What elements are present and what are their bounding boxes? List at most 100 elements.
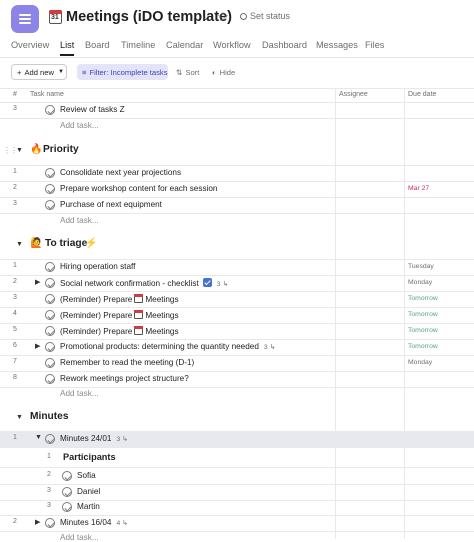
divider	[0, 531, 474, 532]
task-row[interactable]: 3 Review of tasks Z	[0, 102, 474, 118]
add-task-link[interactable]: Add task...	[60, 389, 99, 398]
task-row[interactable]: 2 ▶ Social network confirmation - checkl…	[0, 275, 474, 291]
status-circle-icon	[240, 13, 247, 20]
due-date[interactable]: Tomorrow	[408, 327, 438, 334]
complete-checkbox-icon[interactable]	[45, 105, 55, 115]
complete-checkbox-icon[interactable]	[45, 262, 55, 272]
expand-caret-icon[interactable]: ▶	[35, 518, 40, 526]
task-row[interactable]: 8 Rework meetings project structure?	[0, 371, 474, 387]
due-date[interactable]: Tomorrow	[408, 343, 438, 350]
drag-handle-icon[interactable]: ⋮⋮	[3, 146, 18, 155]
task-row[interactable]: 4 (Reminder) Prepare Meetings Tomorrow	[0, 307, 474, 323]
tab-overview[interactable]: Overview	[11, 40, 49, 50]
complete-checkbox-icon[interactable]	[62, 471, 72, 481]
divider	[0, 387, 474, 388]
task-row[interactable]: 6 ▶ Promotional products: determining th…	[0, 339, 474, 355]
tab-messages[interactable]: Messages	[316, 40, 358, 50]
tab-list[interactable]: List	[60, 40, 75, 56]
collapse-caret-icon[interactable]: ▼	[16, 241, 23, 248]
complete-checkbox-icon[interactable]	[45, 168, 55, 178]
complete-checkbox-icon[interactable]	[45, 294, 55, 304]
due-date[interactable]: Monday	[408, 359, 432, 366]
complete-checkbox-icon[interactable]	[45, 278, 55, 288]
set-status-button[interactable]: Set status	[240, 11, 290, 21]
task-row[interactable]: 2 Prepare workshop content for each sess…	[0, 181, 474, 197]
collapse-caret-icon[interactable]: ▼	[35, 434, 42, 441]
subtask-count[interactable]: 3 ↳	[116, 436, 128, 443]
section-priority[interactable]: ⋮⋮ ▼ 🔥 Priority	[0, 142, 474, 160]
due-date[interactable]: Monday	[408, 279, 432, 286]
hide-icon: ◐	[212, 67, 217, 77]
chevron-down-icon: ▼	[58, 69, 64, 75]
subtask-section-row[interactable]: 1 Participants	[0, 449, 474, 467]
col-due-date[interactable]: Due date	[408, 91, 436, 98]
divider	[0, 447, 474, 448]
subtask-icon: ↳	[269, 344, 276, 351]
add-task-link[interactable]: Add task...	[60, 533, 99, 542]
divider	[0, 57, 474, 58]
task-row[interactable]: 7 Remember to read the meeting (D-1) Mon…	[0, 355, 474, 371]
subtask-count[interactable]: 3 ↳	[264, 344, 276, 351]
complete-checkbox-icon[interactable]	[45, 310, 55, 320]
project-tabs: Overview List Board Timeline Calendar Wo…	[0, 38, 474, 58]
tab-files[interactable]: Files	[365, 40, 384, 50]
sort-button[interactable]: ⇅ Sort	[176, 64, 199, 80]
lightning-emoji-icon: ⚡	[85, 238, 98, 249]
task-row[interactable]: 3 (Reminder) Prepare Meetings Tomorrow	[0, 291, 474, 307]
subtask-row[interactable]: 3 Daniel	[0, 484, 474, 500]
calendar-emoji-icon	[134, 294, 144, 303]
section-to-triage[interactable]: ▼ 🙋 To triage ⚡	[0, 236, 474, 254]
complete-checkbox-icon[interactable]	[45, 326, 55, 336]
col-task-name[interactable]: Task name	[30, 91, 64, 98]
complete-checkbox-icon[interactable]	[45, 374, 55, 384]
fire-emoji-icon: 🔥	[30, 144, 43, 155]
complete-checkbox-icon[interactable]	[45, 184, 55, 194]
add-task-link[interactable]: Add task...	[60, 216, 99, 225]
subtask-count[interactable]: 3 ↳	[217, 281, 229, 288]
task-row[interactable]: 3 Purchase of next equipment	[0, 197, 474, 213]
hide-button[interactable]: ◐ Hide	[212, 64, 235, 80]
star-icon[interactable]: ☆	[217, 9, 229, 25]
complete-checkbox-icon[interactable]	[45, 200, 55, 210]
tab-workflow[interactable]: Workflow	[213, 40, 251, 50]
task-row[interactable]: 1 Hiring operation staff Tuesday	[0, 259, 474, 275]
section-minutes[interactable]: ▼ Minutes	[0, 409, 474, 427]
add-new-button[interactable]: + Add new ▼	[11, 64, 67, 80]
task-row[interactable]: 1 ▼ Minutes 24/01 3 ↳	[0, 431, 474, 447]
filter-button[interactable]: ≡ Filter: Incomplete tasks	[77, 64, 168, 80]
tab-timeline[interactable]: Timeline	[121, 40, 155, 50]
complete-checkbox-icon[interactable]	[45, 358, 55, 368]
complete-checkbox-icon[interactable]	[45, 342, 55, 352]
complete-checkbox-icon[interactable]	[45, 434, 55, 444]
collapse-caret-icon[interactable]: ▼	[16, 414, 23, 421]
due-date[interactable]: Tomorrow	[408, 295, 438, 302]
task-row[interactable]: 1 Consolidate next year projections	[0, 165, 474, 181]
subtask-row[interactable]: 3 Martin	[0, 499, 474, 515]
filter-icon: ≡	[82, 67, 87, 77]
tab-calendar[interactable]: Calendar	[166, 40, 203, 50]
task-row[interactable]: 2 ▶ Minutes 16/04 4 ↳	[0, 515, 474, 531]
sort-icon: ⇅	[176, 67, 183, 77]
complete-checkbox-icon[interactable]	[45, 518, 55, 528]
collapse-caret-icon[interactable]: ▼	[16, 147, 23, 154]
due-date[interactable]: Tuesday	[408, 263, 434, 270]
chevron-down-icon[interactable]: ⌄	[201, 10, 210, 23]
col-assignee[interactable]: Assignee	[339, 91, 368, 98]
expand-caret-icon[interactable]: ▶	[35, 342, 40, 350]
add-task-link[interactable]: Add task...	[60, 121, 99, 130]
project-list-icon[interactable]	[11, 5, 39, 33]
expand-caret-icon[interactable]: ▶	[35, 278, 40, 286]
tab-board[interactable]: Board	[85, 40, 110, 50]
task-row[interactable]: 5 (Reminder) Prepare Meetings Tomorrow	[0, 323, 474, 339]
tab-dashboard[interactable]: Dashboard	[262, 40, 307, 50]
subtask-row[interactable]: 2 Sofia	[0, 468, 474, 484]
subtask-count[interactable]: 4 ↳	[116, 520, 128, 527]
complete-checkbox-icon[interactable]	[62, 487, 72, 497]
calendar-emoji-icon: 31	[49, 10, 62, 24]
complete-checkbox-icon[interactable]	[62, 502, 72, 512]
divider	[0, 118, 474, 119]
subtask-icon: ↳	[222, 281, 229, 288]
due-date[interactable]: Mar 27	[408, 185, 429, 192]
due-date[interactable]: Tomorrow	[408, 311, 438, 318]
column-header-row: # Task name Assignee Due date	[0, 88, 474, 102]
